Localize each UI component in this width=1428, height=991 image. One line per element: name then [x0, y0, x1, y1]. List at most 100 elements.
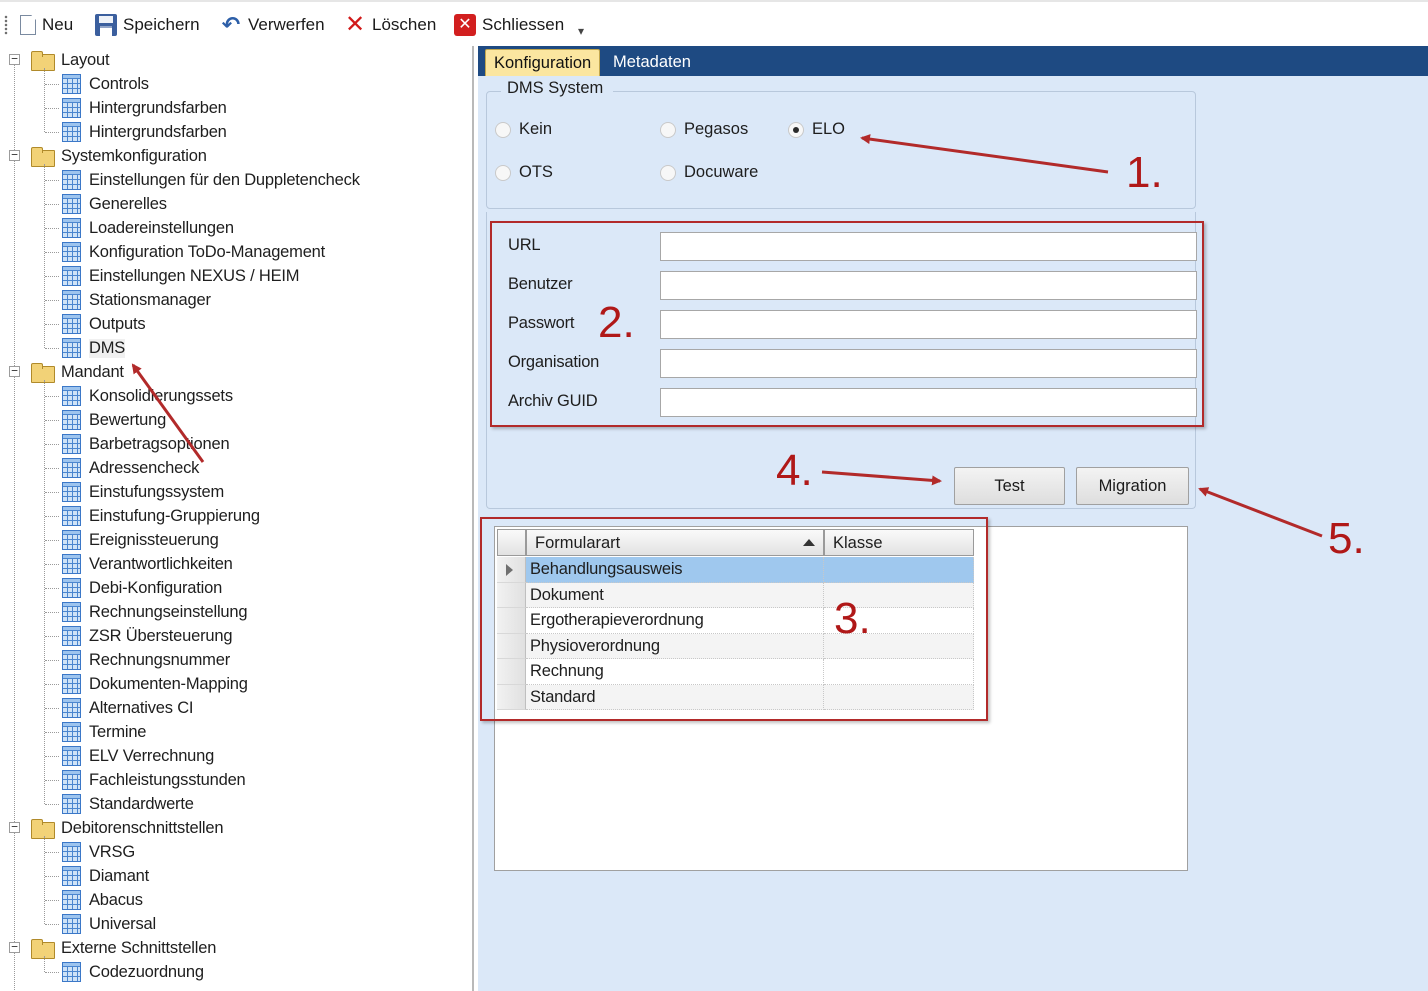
collapse-toggle-icon[interactable]: − [9, 53, 20, 65]
radio-docuware[interactable]: Docuware [660, 163, 758, 182]
toolbar-overflow-icon[interactable]: ▾ [578, 24, 584, 38]
tree-branch-line [45, 444, 59, 445]
tree-item-label: Controls [89, 74, 149, 93]
tree-item-controls[interactable]: Controls [62, 72, 149, 96]
tree-item-alternatives-ci[interactable]: Alternatives CI [62, 696, 193, 720]
delete-x-icon: ✕ [344, 11, 366, 38]
tree-group-layout[interactable]: − Layout [9, 48, 110, 72]
tree-branch-line [45, 84, 59, 85]
tree-branch-line [45, 900, 59, 901]
tree-item-zsr-übersteuerung[interactable]: ZSR Übersteuerung [62, 624, 233, 648]
grid-table-icon [62, 290, 81, 310]
tree-item-generelles[interactable]: Generelles [62, 192, 167, 216]
grid-table-icon-lines [63, 843, 80, 861]
collapse-toggle-icon[interactable]: − [9, 821, 20, 833]
tree-item-loadereinstellungen[interactable]: Loadereinstellungen [62, 216, 234, 240]
tree-item-verantwortlichkeiten[interactable]: Verantwortlichkeiten [62, 552, 233, 576]
tree-item-abacus[interactable]: Abacus [62, 888, 143, 912]
tree-item-einstufungssystem[interactable]: Einstufungssystem [62, 480, 224, 504]
tree-item-barbetragsoptionen[interactable]: Barbetragsoptionen [62, 432, 230, 456]
tree-item-universal[interactable]: Universal [62, 912, 156, 936]
tab-konfiguration[interactable]: Konfiguration [485, 49, 601, 76]
radio-kein-dot [495, 121, 511, 138]
tree-item-stationsmanager[interactable]: Stationsmanager [62, 288, 211, 312]
grid-table-icon-lines [63, 195, 80, 213]
tree-branch-line [45, 348, 59, 349]
grid-table-icon-lines [63, 411, 80, 429]
discard-button[interactable]: ↶ Verwerfen [220, 10, 325, 40]
grid-table-icon-lines [63, 915, 80, 933]
tree-group-externe-schnittstellen[interactable]: − Externe Schnittstellen [9, 936, 216, 960]
tree-item-termine[interactable]: Termine [62, 720, 146, 744]
radio-ots[interactable]: OTS [495, 163, 553, 182]
tree-group-systemkonfiguration[interactable]: − Systemkonfiguration [9, 144, 207, 168]
tree-item-rechnungsnummer[interactable]: Rechnungsnummer [62, 648, 230, 672]
tree-branch-line [45, 420, 59, 421]
grid-table-icon [62, 554, 81, 574]
tree-item-bewertung[interactable]: Bewertung [62, 408, 166, 432]
grid-table-icon [62, 242, 81, 262]
grid-table-icon-lines [63, 555, 80, 573]
radio-ots-label: OTS [519, 163, 553, 181]
tree-item-label: Einstellungen NEXUS / HEIM [89, 266, 300, 285]
tree-item-label: Einstufungssystem [89, 482, 225, 501]
tree-item-adressencheck[interactable]: Adressencheck [62, 456, 199, 480]
tree-item-outputs[interactable]: Outputs [62, 312, 146, 336]
tree-item-rechnungseinstellung[interactable]: Rechnungseinstellung [62, 600, 248, 624]
tree-item-einstufung-gruppierung[interactable]: Einstufung-Gruppierung [62, 504, 260, 528]
tree-item-label: Hintergrundsfarben [89, 122, 227, 141]
collapse-toggle-icon[interactable]: − [9, 365, 20, 377]
toolbar-grip[interactable] [4, 15, 8, 35]
test-button[interactable]: Test [954, 467, 1065, 505]
delete-button[interactable]: ✕ Löschen [344, 10, 436, 40]
tree-item-elv-verrechnung[interactable]: ELV Verrechnung [62, 744, 214, 768]
grid-table-icon-lines [63, 891, 80, 909]
tree-connector-line [44, 836, 45, 924]
tree-item-hintergrundsfarben[interactable]: Hintergrundsfarben [62, 120, 227, 144]
collapse-toggle-icon[interactable]: − [9, 941, 20, 953]
tree-branch-line [45, 300, 59, 301]
discard-button-label: Verwerfen [248, 15, 325, 34]
tree-item-label: Dokumenten-Mapping [89, 674, 248, 693]
tree-item-codezuordnung[interactable]: Codezuordnung [62, 960, 204, 984]
radio-elo-label: ELO [812, 120, 846, 138]
folder-icon [31, 818, 55, 839]
tree-item-dokumenten-mapping[interactable]: Dokumenten-Mapping [62, 672, 248, 696]
grid-table-icon [62, 122, 81, 142]
annotation-number-4: 4. [776, 446, 813, 495]
tree-item-diamant[interactable]: Diamant [62, 864, 149, 888]
tree-branch-line [45, 324, 59, 325]
tree-item-dms[interactable]: DMS [62, 336, 125, 360]
tree-group-label: Debitorenschnittstellen [61, 818, 224, 837]
tree-group-debitorenschnittstellen[interactable]: − Debitorenschnittstellen [9, 816, 224, 840]
radio-kein[interactable]: Kein [495, 120, 552, 139]
tree-item-debi-konfiguration[interactable]: Debi-Konfiguration [62, 576, 222, 600]
close-window-icon: ✕ [454, 14, 476, 36]
tree-branch-line [45, 732, 59, 733]
close-button[interactable]: ✕ Schliessen [454, 10, 564, 40]
tree-item-vrsg[interactable]: VRSG [62, 840, 135, 864]
tree-item-standardwerte[interactable]: Standardwerte [62, 792, 194, 816]
folder-icon [31, 938, 55, 959]
migration-button[interactable]: Migration [1076, 467, 1189, 505]
radio-elo[interactable]: ELO [788, 120, 845, 139]
tree-branch-line [45, 684, 59, 685]
tree-item-konfiguration-todo-management[interactable]: Konfiguration ToDo-Management [62, 240, 325, 264]
tree-item-fachleistungsstunden[interactable]: Fachleistungsstunden [62, 768, 246, 792]
tree-item-ereignissteuerung[interactable]: Ereignissteuerung [62, 528, 219, 552]
grid-table-icon [62, 482, 81, 502]
new-button[interactable]: Neu [18, 10, 73, 40]
radio-ots-dot [495, 164, 511, 181]
save-button[interactable]: Speichern [95, 10, 200, 40]
collapse-toggle-icon[interactable]: − [9, 149, 20, 161]
grid-table-icon [62, 170, 81, 190]
tree-item-einstellungen-für-den-duppletencheck[interactable]: Einstellungen für den Duppletencheck [62, 168, 360, 192]
radio-pegasos[interactable]: Pegasos [660, 120, 748, 139]
tree-item-konsolidierungssets[interactable]: Konsolidierungssets [62, 384, 233, 408]
grid-table-icon-lines [63, 459, 80, 477]
grid-table-icon [62, 506, 81, 526]
tree-item-hintergrundsfarben[interactable]: Hintergrundsfarben [62, 96, 227, 120]
grid-table-icon-lines [63, 795, 80, 813]
tab-metadaten[interactable]: Metadaten [605, 49, 699, 76]
tree-item-einstellungen-nexus-heim[interactable]: Einstellungen NEXUS / HEIM [62, 264, 300, 288]
